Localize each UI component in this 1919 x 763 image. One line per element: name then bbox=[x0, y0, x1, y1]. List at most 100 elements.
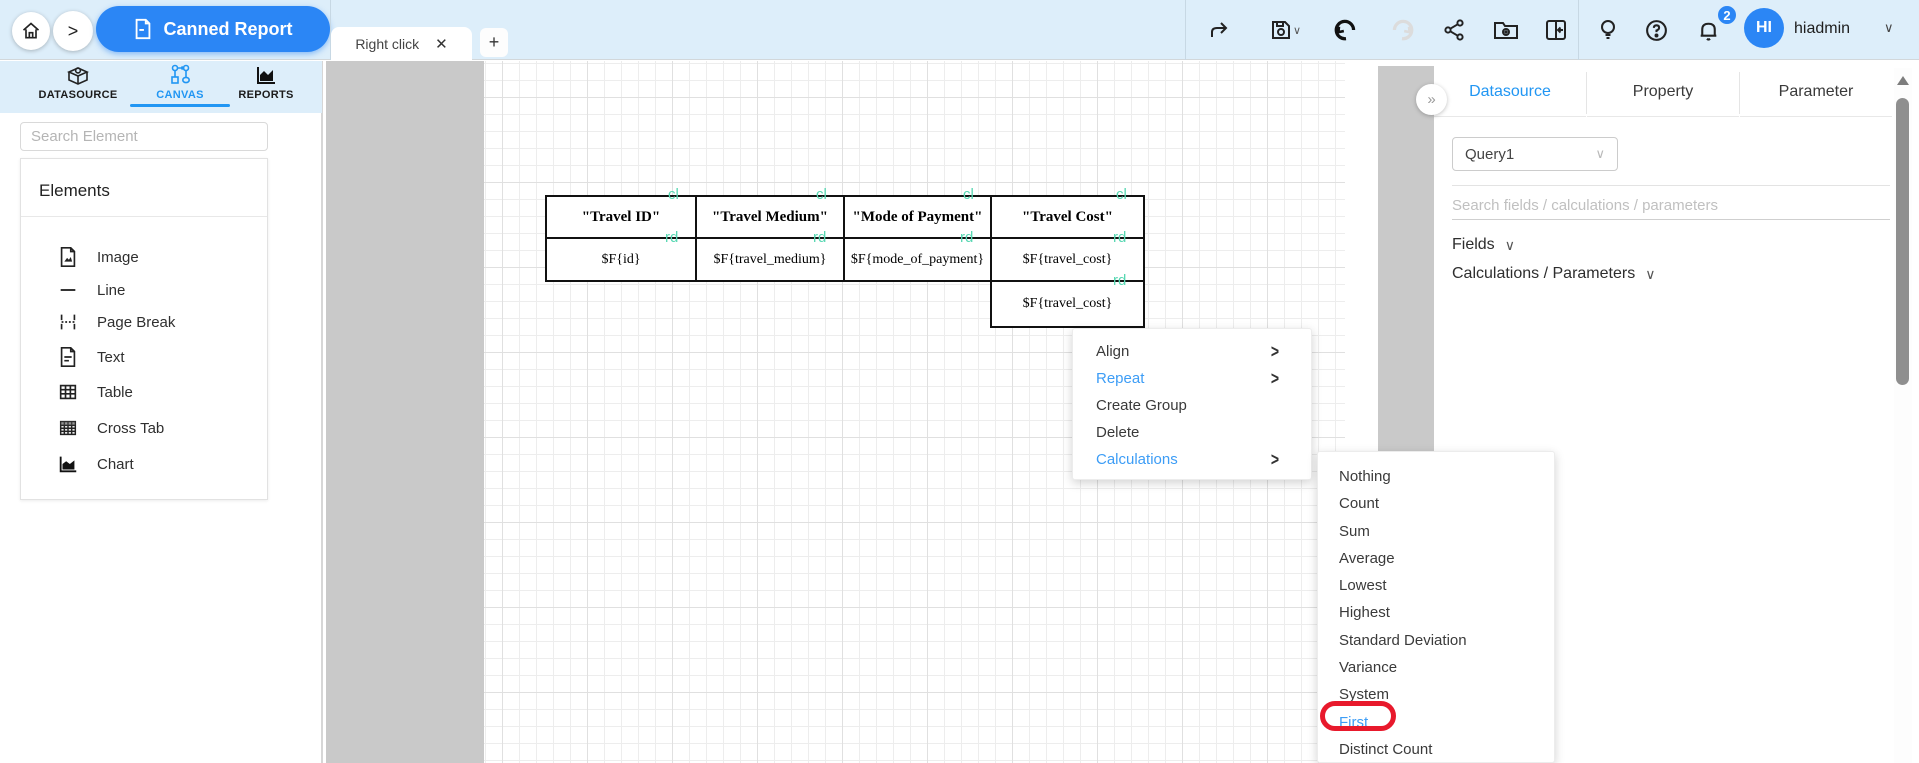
image-element-icon bbox=[60, 247, 76, 267]
datasource-icon bbox=[67, 67, 89, 85]
avatar[interactable]: HI bbox=[1744, 8, 1784, 48]
menu-item-calculations[interactable]: Calculations > bbox=[1073, 446, 1311, 473]
collapse-panel-button[interactable]: » bbox=[1416, 84, 1447, 115]
home-icon bbox=[22, 22, 40, 39]
element-item-line[interactable]: Line bbox=[57, 278, 257, 302]
toggle-panel-button[interactable] bbox=[1540, 14, 1572, 46]
cell-tag-rd: rd bbox=[1113, 229, 1127, 246]
search-element-input[interactable] bbox=[20, 122, 268, 151]
sidebar-tab-datasource[interactable]: DATASOURCE bbox=[28, 63, 128, 101]
chevron-down-icon: ∨ bbox=[1595, 146, 1605, 161]
text-element-icon bbox=[60, 347, 76, 367]
element-label: Chart bbox=[97, 455, 134, 473]
element-item-chart[interactable]: Chart bbox=[57, 452, 257, 476]
panel-scrollbar[interactable] bbox=[1894, 68, 1912, 763]
element-item-cross-tab[interactable]: Cross Tab bbox=[57, 416, 257, 440]
new-tab-button[interactable]: + bbox=[480, 28, 508, 57]
cell-tag-cl: cl bbox=[1116, 186, 1127, 203]
page-break-element-icon bbox=[60, 314, 76, 330]
redo-icon bbox=[1392, 19, 1414, 41]
tab-parameter[interactable]: Parameter bbox=[1740, 68, 1892, 117]
element-item-text[interactable]: Text bbox=[57, 345, 257, 369]
submenu-item-standard-deviation[interactable]: Standard Deviation bbox=[1318, 627, 1554, 654]
submenu-item-variance[interactable]: Variance bbox=[1318, 654, 1554, 681]
notification-badge: 2 bbox=[1716, 4, 1738, 26]
chevron-down-icon[interactable]: ∨ bbox=[1884, 20, 1894, 36]
element-item-image[interactable]: Image bbox=[57, 245, 257, 269]
element-label: Line bbox=[97, 281, 126, 299]
plus-icon: + bbox=[488, 32, 500, 52]
document-icon bbox=[136, 18, 151, 40]
save-icon bbox=[1271, 21, 1290, 39]
cross-tab-element-icon bbox=[59, 420, 77, 436]
element-label: Image bbox=[97, 248, 139, 266]
bell-icon bbox=[1700, 22, 1716, 41]
chevron-right-icon: > bbox=[67, 20, 79, 41]
submenu-item-average[interactable]: Average bbox=[1318, 545, 1554, 572]
scroll-up-arrow[interactable] bbox=[1897, 76, 1909, 85]
page-title: Canned Report bbox=[163, 18, 293, 39]
element-item-table[interactable]: Table bbox=[57, 380, 257, 404]
submenu-item-distinct-count[interactable]: Distinct Count bbox=[1318, 736, 1554, 763]
submenu-item-sum[interactable]: Sum bbox=[1318, 518, 1554, 545]
chevron-down-icon: ∨ bbox=[1292, 24, 1302, 37]
sidebar-tab-label: CANVAS bbox=[156, 89, 204, 101]
divider bbox=[1185, 0, 1186, 60]
scrollbar-thumb[interactable] bbox=[1896, 98, 1909, 385]
menu-item-repeat[interactable]: Repeat > bbox=[1073, 365, 1311, 392]
expand-breadcrumb-button[interactable]: > bbox=[53, 11, 93, 51]
section-fields[interactable]: Fields ∨ bbox=[1452, 236, 1515, 254]
chevron-down-icon: ∨ bbox=[1645, 265, 1656, 282]
elements-title: Elements bbox=[39, 181, 110, 200]
tab-datasource[interactable]: Datasource bbox=[1434, 68, 1586, 117]
report-title-pill[interactable]: Canned Report bbox=[96, 6, 330, 52]
ideas-button[interactable] bbox=[1592, 14, 1624, 46]
element-item-page-break[interactable]: Page Break bbox=[57, 310, 257, 334]
home-button[interactable] bbox=[12, 12, 50, 50]
cell-tag-rd: rd bbox=[813, 229, 827, 246]
cell-tag-rd: rd bbox=[1113, 272, 1127, 289]
cell-tag-cl: cl bbox=[816, 186, 827, 203]
submenu-item-highest[interactable]: Highest bbox=[1318, 599, 1554, 626]
report-tab[interactable]: Right click ✕ bbox=[331, 27, 472, 60]
element-label: Text bbox=[97, 348, 125, 366]
sidebar-tab-label: REPORTS bbox=[238, 89, 294, 101]
help-icon bbox=[1645, 19, 1667, 41]
save-button[interactable]: ∨ bbox=[1262, 14, 1308, 46]
share-button[interactable] bbox=[1438, 14, 1470, 46]
submenu-item-nothing[interactable]: Nothing bbox=[1318, 463, 1554, 490]
undo-icon bbox=[1334, 19, 1356, 41]
undo-button[interactable] bbox=[1330, 14, 1362, 46]
fields-search-input[interactable] bbox=[1452, 192, 1890, 220]
sidebar-tab-reports[interactable]: REPORTS bbox=[216, 63, 316, 101]
tab-label: Right click bbox=[355, 35, 420, 52]
section-calculations-parameters[interactable]: Calculations / Parameters ∨ bbox=[1452, 265, 1655, 283]
divider bbox=[21, 216, 267, 217]
username[interactable]: hiadmin bbox=[1794, 20, 1850, 38]
preview-button[interactable] bbox=[1490, 14, 1522, 46]
submenu-item-lowest[interactable]: Lowest bbox=[1318, 572, 1554, 599]
sidebar-tab-label: DATASOURCE bbox=[38, 89, 118, 101]
top-bar: > Canned Report Right click ✕ + ∨ 2 HI h… bbox=[0, 0, 1919, 60]
menu-item-create-group[interactable]: Create Group bbox=[1073, 392, 1311, 419]
submenu-chevron-icon: > bbox=[1270, 367, 1279, 389]
element-label: Page Break bbox=[97, 313, 176, 331]
export-button[interactable] bbox=[1204, 14, 1236, 46]
help-button[interactable] bbox=[1640, 14, 1672, 46]
chevron-down-icon: ∨ bbox=[1504, 236, 1515, 253]
query-select[interactable]: Query1 ∨ bbox=[1452, 137, 1618, 171]
line-element-icon bbox=[60, 289, 76, 291]
reports-icon bbox=[257, 67, 275, 84]
redo-button[interactable] bbox=[1386, 14, 1418, 46]
folder-eye-icon bbox=[1494, 22, 1518, 39]
submenu-item-count[interactable]: Count bbox=[1318, 490, 1554, 517]
tab-property[interactable]: Property bbox=[1587, 68, 1739, 117]
double-chevron-right-icon: » bbox=[1427, 91, 1436, 108]
close-icon[interactable]: ✕ bbox=[435, 35, 448, 53]
canvas-icon bbox=[171, 64, 191, 84]
sidebar-tab-canvas[interactable]: CANVAS bbox=[130, 63, 230, 107]
element-label: Cross Tab bbox=[97, 419, 165, 437]
cell-tag-rd: rd bbox=[960, 229, 974, 246]
divider bbox=[1452, 185, 1890, 186]
cell-tag-cl: cl bbox=[668, 186, 679, 203]
